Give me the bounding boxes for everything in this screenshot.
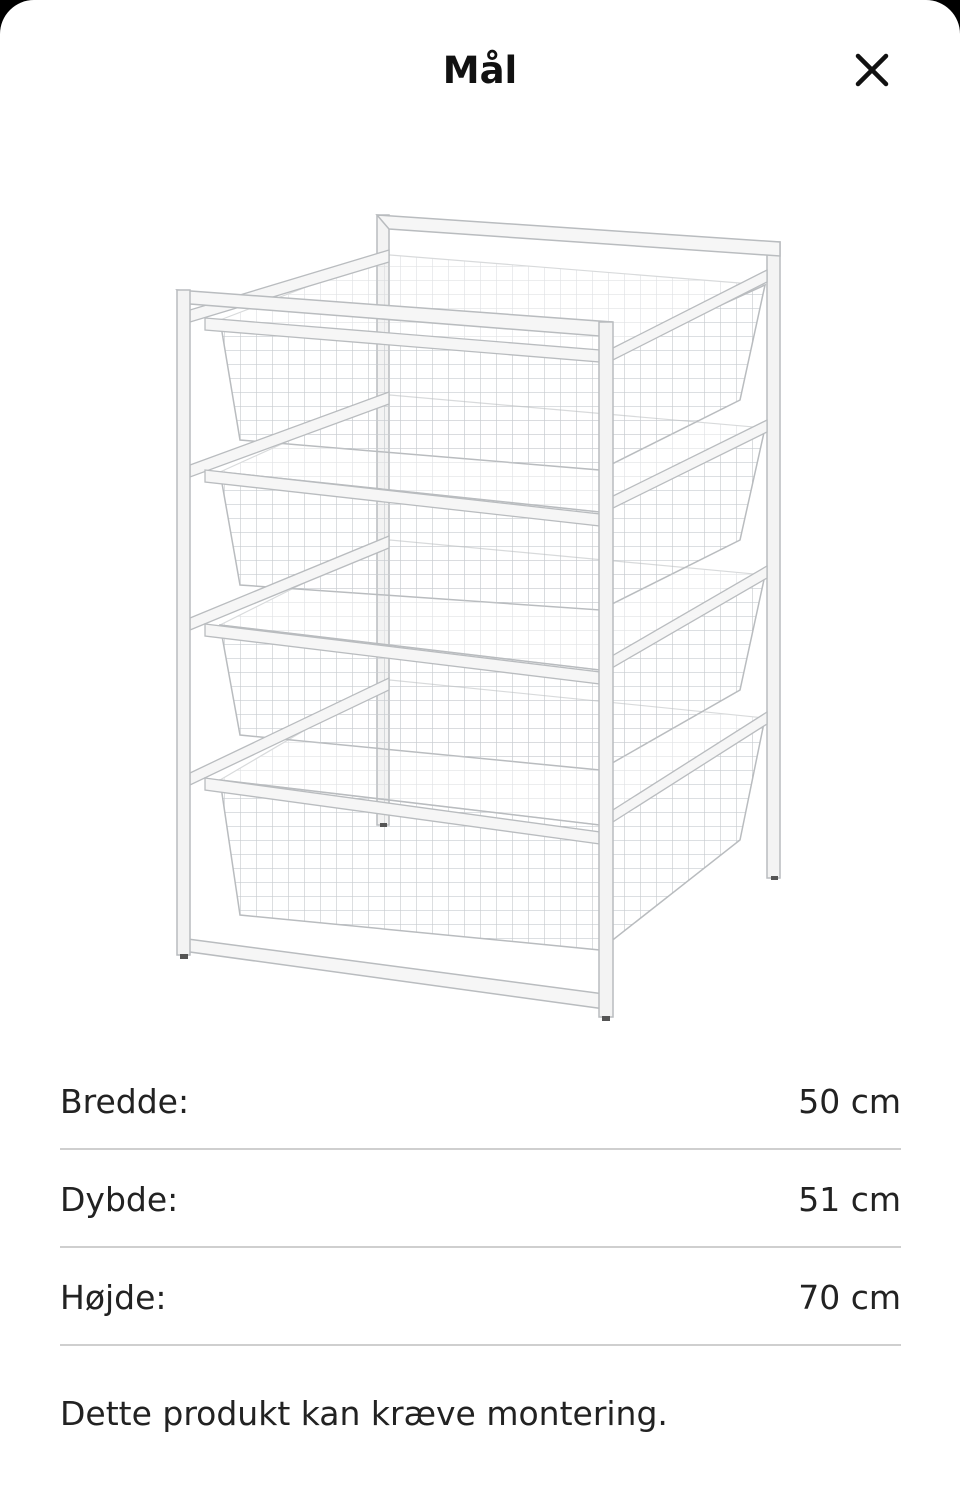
dimension-row-height: Højde: 70 cm — [60, 1248, 901, 1346]
product-image — [175, 214, 781, 1021]
sheet-title: Mål — [442, 49, 518, 92]
close-button[interactable] — [842, 40, 902, 100]
dimensions-list: Bredde: 50 cm Dybde: 51 cm Højde: 70 cm — [60, 1052, 901, 1346]
dimension-value: 50 cm — [798, 1082, 901, 1121]
dimension-label: Dybde: — [60, 1180, 179, 1219]
dimensions-sheet: Mål Bredde: 50 cm Dybde: 51 cm Højde: 70… — [0, 0, 960, 1491]
dimension-value: 70 cm — [798, 1278, 901, 1317]
dimension-label: Højde: — [60, 1278, 167, 1317]
dimension-value: 51 cm — [798, 1180, 901, 1219]
sheet-header: Mål — [0, 0, 960, 140]
dimension-row-width: Bredde: 50 cm — [60, 1052, 901, 1150]
close-icon — [855, 53, 889, 87]
dimension-label: Bredde: — [60, 1082, 190, 1121]
dimension-row-depth: Dybde: 51 cm — [60, 1150, 901, 1248]
assembly-note: Dette produkt kan kræve montering. — [60, 1394, 668, 1433]
